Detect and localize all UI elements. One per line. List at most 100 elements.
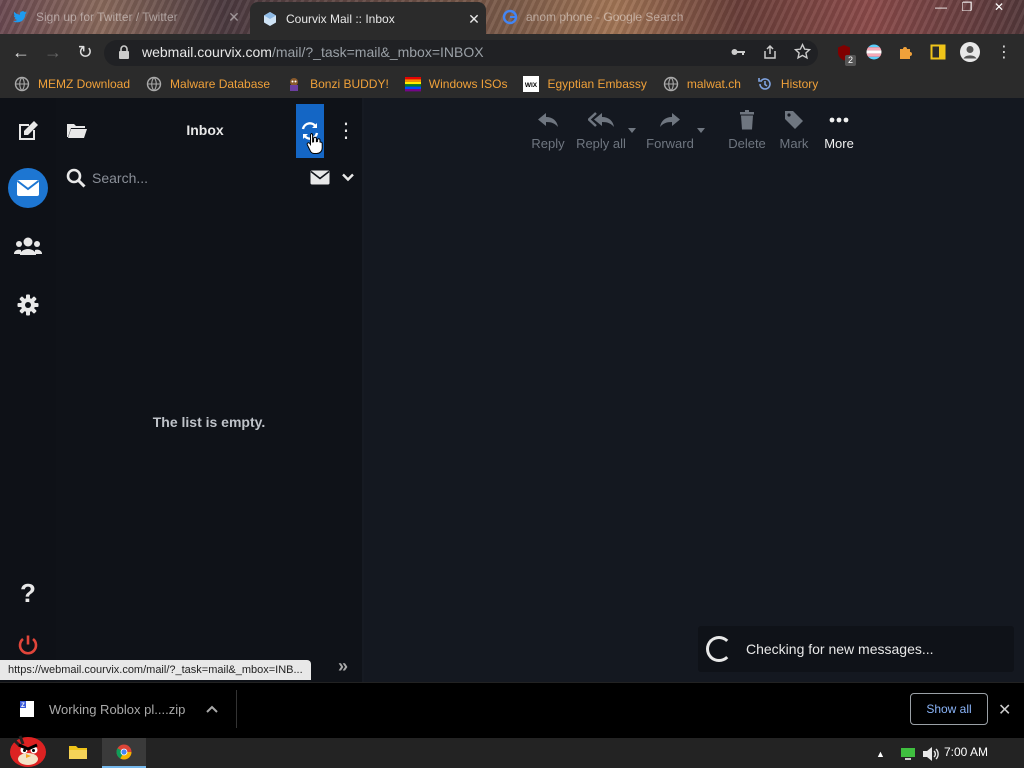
flag-extension-icon[interactable] — [866, 44, 882, 60]
bookmark-label: Malware Database — [170, 77, 271, 91]
browser-menu-icon[interactable]: ⋮ — [996, 42, 1012, 62]
bookmark-malwatch[interactable]: malwat.ch — [663, 76, 741, 92]
reply-all-button[interactable]: Reply all — [576, 108, 626, 156]
mark-button[interactable]: Mark — [776, 108, 812, 156]
expand-pane-icon[interactable]: » — [338, 656, 348, 677]
svg-text:WIX: WIX — [525, 82, 538, 89]
loading-spinner-icon — [706, 636, 732, 662]
tab-twitter[interactable]: Sign up for Twitter / Twitter ✕ — [0, 0, 246, 34]
bookmark-label: Bonzi BUDDY! — [310, 77, 389, 91]
forward-label: Forward — [646, 136, 694, 151]
settings-gear-icon[interactable] — [8, 285, 48, 325]
forward-icon[interactable]: → — [42, 42, 64, 62]
delete-button[interactable]: Delete — [727, 108, 767, 156]
more-label: More — [824, 136, 854, 151]
forward-dropdown-icon[interactable] — [697, 128, 705, 133]
delete-label: Delete — [728, 136, 766, 151]
restore-icon[interactable]: ❐ — [952, 0, 982, 16]
bookmark-history[interactable]: History — [757, 76, 818, 92]
empty-list-message: The list is empty. — [152, 414, 266, 430]
toast-message: Checking for new messages... — [746, 641, 934, 657]
history-icon — [757, 76, 773, 92]
extension-badge: 2 — [845, 55, 856, 66]
more-button[interactable]: More — [820, 108, 858, 156]
message-content-pane — [364, 98, 1024, 682]
os-taskbar — [0, 738, 1024, 768]
mail-icon[interactable] — [8, 168, 48, 208]
globe-icon — [663, 76, 679, 92]
forward-button[interactable]: Forward — [645, 108, 695, 156]
tab-title: Courvix Mail :: Inbox — [286, 12, 395, 26]
reply-all-dropdown-icon[interactable] — [628, 128, 636, 133]
tab-courvix-mail[interactable]: Courvix Mail :: Inbox ✕ — [250, 2, 486, 36]
mark-label: Mark — [779, 136, 809, 151]
bookmark-label: MEMZ Download — [38, 77, 131, 91]
start-button-bird-icon[interactable] — [4, 732, 48, 768]
list-options-icon[interactable]: ⋮ — [336, 118, 356, 143]
network-icon[interactable] — [900, 747, 916, 761]
search-input[interactable]: Search... — [92, 170, 148, 186]
chrome-icon — [116, 744, 132, 760]
download-divider — [236, 690, 237, 728]
bookmark-label: Egyptian Embassy — [547, 77, 647, 91]
chevron-down-icon[interactable] — [342, 173, 354, 182]
close-tab-icon[interactable]: ✕ — [222, 9, 246, 26]
bookmark-label: malwat.ch — [686, 77, 741, 91]
reload-icon[interactable]: ↻ — [74, 42, 96, 62]
back-icon[interactable]: ← — [10, 42, 32, 62]
volume-icon[interactable] — [922, 746, 940, 762]
forward-icon — [659, 108, 681, 132]
trash-icon — [739, 108, 755, 132]
tab-title: Sign up for Twitter / Twitter — [36, 10, 178, 24]
url-domain: webmail.courvix.com — [142, 44, 272, 60]
rainbow-flag-icon — [404, 76, 421, 92]
profile-avatar[interactable] — [959, 41, 981, 63]
bookmark-label: Windows ISOs — [428, 77, 508, 91]
globe-icon — [14, 76, 30, 92]
tag-icon — [784, 108, 804, 132]
contacts-icon[interactable] — [8, 226, 48, 266]
close-download-bar-icon[interactable]: ✕ — [998, 700, 1011, 720]
url-text[interactable]: webmail.courvix.com/mail/?_task=mail&_mb… — [142, 44, 484, 60]
taskbar-chrome-button[interactable] — [102, 738, 146, 768]
twitter-icon — [12, 9, 28, 25]
reply-icon — [537, 108, 559, 132]
tray-expand-icon[interactable]: ▲ — [876, 749, 885, 759]
wix-icon: WIX — [523, 76, 540, 92]
svg-text:Z: Z — [21, 703, 25, 709]
bookmark-bonzi-buddy[interactable]: Bonzi BUDDY! — [286, 76, 389, 92]
bookmark-windows-isos[interactable]: Windows ISOs — [404, 76, 508, 92]
zip-file-icon[interactable]: Z — [19, 700, 35, 718]
chevron-up-icon[interactable] — [206, 705, 218, 713]
close-tab-icon[interactable]: ✕ — [462, 11, 486, 28]
logout-power-icon[interactable] — [8, 630, 48, 660]
reply-button[interactable]: Reply — [528, 108, 568, 156]
bookmark-malware-database[interactable]: Malware Database — [146, 76, 270, 92]
globe-icon — [146, 76, 162, 92]
search-icon[interactable] — [66, 168, 86, 188]
folder-list-icon[interactable] — [66, 121, 88, 139]
download-file-name[interactable]: Working Roblox pl....zip — [49, 702, 185, 717]
show-all-downloads-button[interactable]: Show all — [910, 693, 988, 725]
link-status-bar: https://webmail.courvix.com/mail/?_task=… — [0, 660, 311, 680]
close-window-icon[interactable]: ✕ — [984, 0, 1014, 16]
tab-google-search[interactable]: anom phone - Google Search — [490, 0, 730, 34]
more-dots-icon — [829, 108, 849, 132]
star-icon[interactable] — [794, 43, 811, 60]
bookmark-memz-download[interactable]: MEMZ Download — [14, 76, 130, 92]
envelope-filter-icon[interactable] — [310, 170, 330, 185]
side-panel-icon[interactable] — [930, 44, 946, 60]
compose-icon[interactable] — [8, 111, 48, 151]
bookmark-label: History — [780, 77, 819, 91]
lock-icon[interactable] — [118, 45, 130, 59]
google-icon — [502, 9, 518, 25]
url-path: /mail/?_task=mail&_mbox=INBOX — [271, 44, 484, 60]
help-icon[interactable]: ? — [8, 573, 48, 613]
share-icon[interactable] — [762, 44, 778, 60]
key-icon[interactable] — [730, 44, 746, 60]
reply-label: Reply — [531, 136, 565, 151]
bonzi-icon — [286, 76, 302, 92]
puzzle-icon[interactable] — [898, 44, 914, 60]
bookmark-egyptian-embassy[interactable]: WIX Egyptian Embassy — [523, 76, 647, 92]
file-explorer-icon[interactable] — [68, 744, 88, 760]
